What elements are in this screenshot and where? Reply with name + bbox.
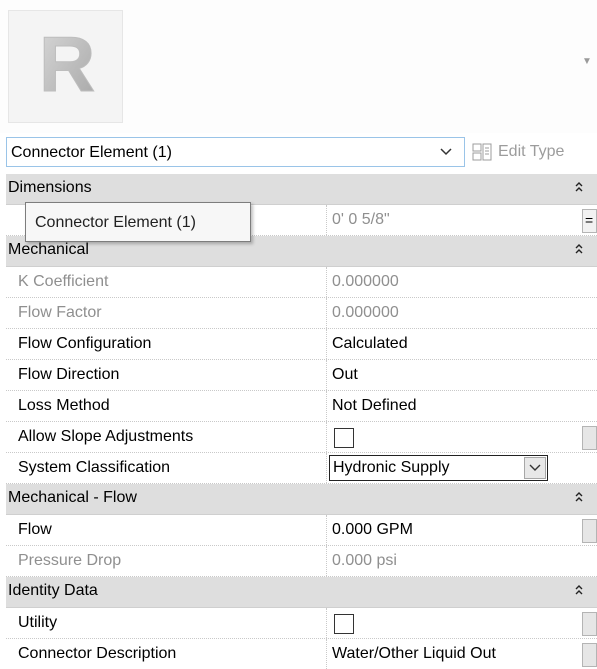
value-cell — [326, 422, 578, 452]
chevron-down-icon — [440, 148, 452, 156]
svg-text:R: R — [39, 20, 95, 108]
property-value: 0.000 psi — [332, 552, 397, 569]
property-name: Flow — [18, 521, 52, 538]
properties-grid: Dimensions 0' 0 5/8" = Mechanical K Coef… — [6, 174, 597, 669]
property-name: Flow Factor — [18, 304, 102, 321]
property-value: Not Defined — [332, 397, 417, 414]
system-classification-select[interactable]: Hydronic Supply — [329, 455, 548, 481]
group-title: Mechanical — [8, 241, 89, 258]
property-value: Out — [332, 366, 358, 383]
value-cell[interactable]: Not Defined — [326, 391, 578, 421]
property-row-flow-factor[interactable]: Flow Factor 0.000000 — [6, 298, 597, 329]
group-title: Mechanical - Flow — [8, 489, 137, 506]
group-identity-data[interactable]: Identity Data — [6, 577, 597, 608]
property-row-connector-description[interactable]: Connector Description Water/Other Liquid… — [6, 639, 597, 669]
property-name: Flow Configuration — [18, 335, 152, 352]
property-name: System Classification — [18, 459, 171, 476]
property-name: Flow Direction — [18, 366, 120, 383]
property-value: 0.000000 — [332, 273, 399, 290]
associate-parameter-button[interactable] — [582, 519, 597, 543]
collapse-icon[interactable] — [574, 243, 584, 255]
collapse-icon[interactable] — [574, 181, 584, 193]
tooltip: Connector Element (1) — [25, 202, 251, 242]
type-selector-label: Connector Element (1) — [11, 144, 172, 161]
value-cell: 0.000 psi — [326, 546, 578, 576]
property-row-allow-slope-adjustments[interactable]: Allow Slope Adjustments — [6, 422, 597, 453]
associate-parameter-button[interactable]: = — [582, 209, 597, 233]
property-row-pressure-drop[interactable]: Pressure Drop 0.000 psi — [6, 546, 597, 577]
value-cell — [326, 608, 578, 638]
associate-parameter-button[interactable] — [582, 426, 597, 450]
group-title: Dimensions — [8, 179, 92, 196]
collapse-icon[interactable] — [574, 584, 584, 596]
type-selector-dropdown[interactable]: Connector Element (1) — [6, 137, 465, 167]
property-value: Hydronic Supply — [333, 459, 450, 476]
value-cell: Hydronic Supply — [326, 453, 578, 483]
tooltip-text: Connector Element (1) — [35, 214, 196, 231]
property-row-flow-direction[interactable]: Flow Direction Out — [6, 360, 597, 391]
property-row-k-coefficient[interactable]: K Coefficient 0.000000 — [6, 267, 597, 298]
property-row-flow-configuration[interactable]: Flow Configuration Calculated — [6, 329, 597, 360]
value-cell[interactable]: Water/Other Liquid Out — [326, 639, 578, 669]
value-cell[interactable]: Out — [326, 360, 578, 390]
group-title: Identity Data — [8, 582, 98, 599]
group-dimensions[interactable]: Dimensions — [6, 174, 597, 205]
property-value: 0.000000 — [332, 304, 399, 321]
group-mechanical-flow[interactable]: Mechanical - Flow — [6, 484, 597, 515]
value-cell[interactable]: 0.000 GPM — [326, 515, 578, 545]
value-cell[interactable]: Calculated — [326, 329, 578, 359]
associate-parameter-button[interactable] — [582, 643, 597, 667]
allow-slope-adjustments-checkbox[interactable] — [334, 428, 354, 448]
type-preview-image: R — [8, 10, 123, 123]
property-value: 0' 0 5/8" — [332, 211, 390, 228]
property-row-system-classification[interactable]: System Classification Hydronic Supply — [6, 453, 597, 484]
property-name: Pressure Drop — [18, 552, 122, 569]
type-preview-area: R ▼ — [0, 0, 597, 133]
associate-parameter-button[interactable] — [582, 612, 597, 636]
property-value: Calculated — [332, 335, 408, 352]
property-row-loss-method[interactable]: Loss Method Not Defined — [6, 391, 597, 422]
property-name: Loss Method — [18, 397, 110, 414]
property-row-flow[interactable]: Flow 0.000 GPM — [6, 515, 597, 546]
value-cell: 0.000000 — [326, 267, 578, 297]
property-value: 0.000 GPM — [332, 521, 413, 538]
property-name: Utility — [18, 614, 58, 631]
edit-type-label: Edit Type — [498, 143, 565, 160]
value-cell: 0.000000 — [326, 298, 578, 328]
property-name: Connector Description — [18, 645, 177, 662]
property-row-utility[interactable]: Utility — [6, 608, 597, 639]
edit-type-icon — [472, 143, 492, 161]
utility-checkbox[interactable] — [334, 614, 354, 634]
revit-logo-icon: R — [39, 20, 96, 109]
scroll-down-icon[interactable]: ▼ — [582, 56, 592, 67]
dropdown-arrow-icon[interactable] — [524, 457, 546, 479]
property-name: K Coefficient — [18, 273, 109, 290]
property-name: Allow Slope Adjustments — [18, 428, 194, 445]
value-cell[interactable]: 0' 0 5/8" — [326, 205, 578, 235]
collapse-icon[interactable] — [574, 491, 584, 503]
property-value: Water/Other Liquid Out — [332, 645, 496, 662]
